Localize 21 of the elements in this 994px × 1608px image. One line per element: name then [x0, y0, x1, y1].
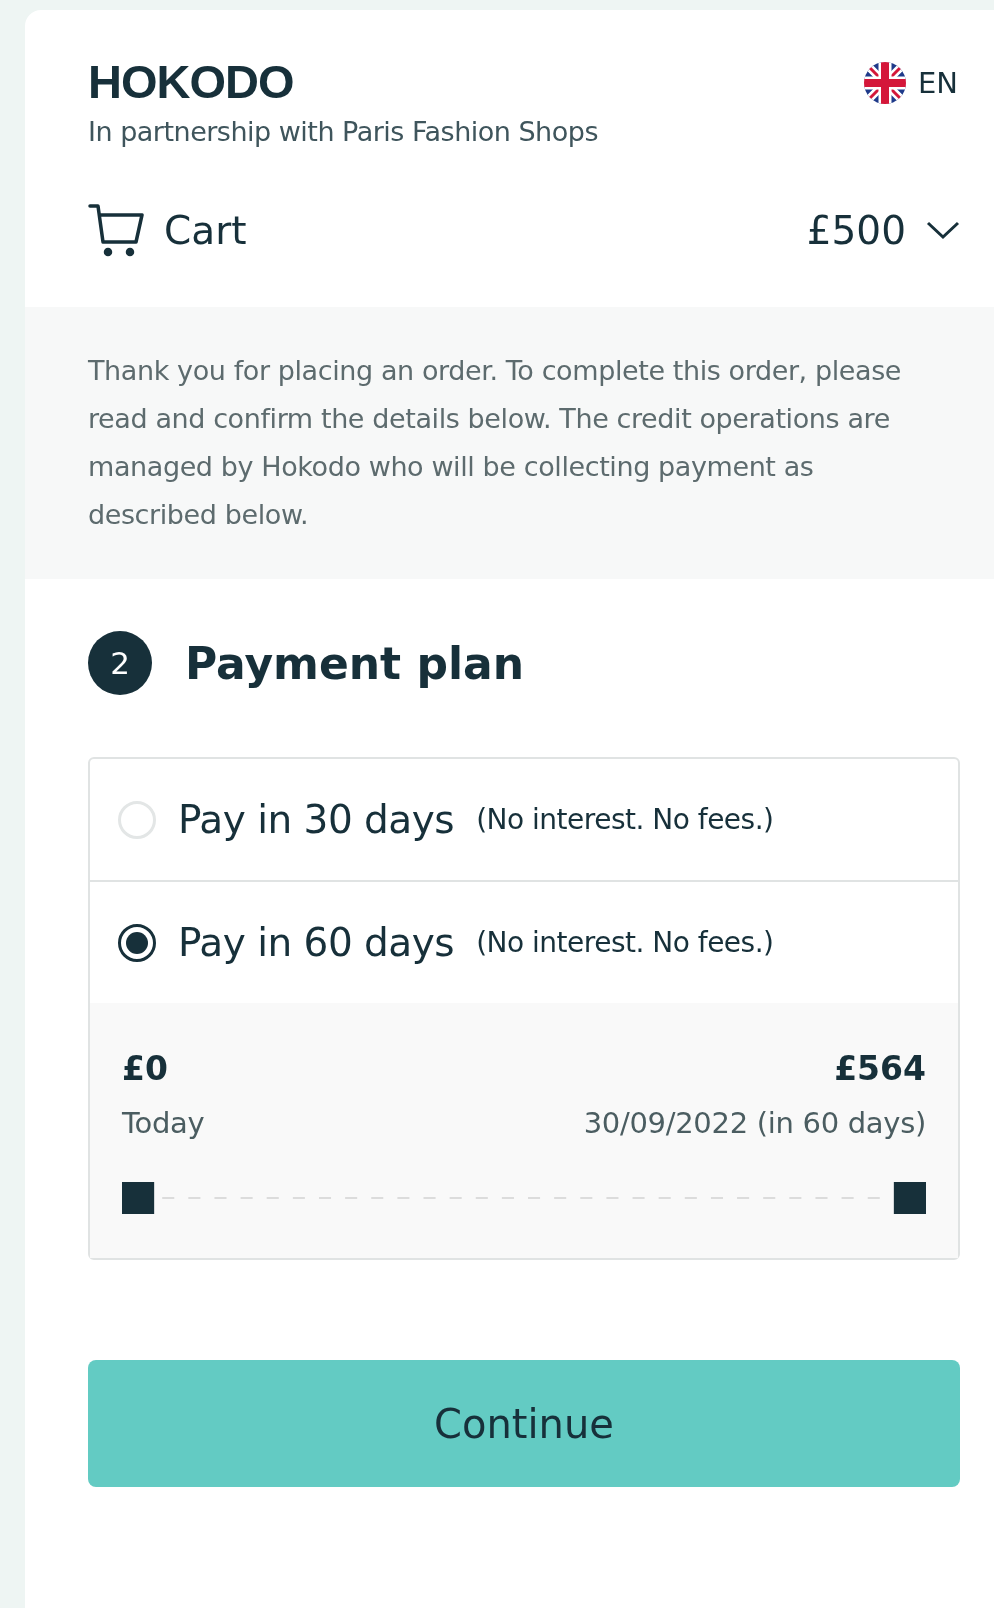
- option-label: Pay in 30 days: [178, 797, 455, 842]
- option-note: (No interest. No fees.): [476, 926, 774, 959]
- cart-icon: [88, 203, 144, 257]
- cart-toggle[interactable]: Cart £500: [25, 147, 994, 307]
- partnership-text: In partnership with Paris Fashion Shops: [88, 116, 598, 147]
- payment-date: Today: [122, 1106, 205, 1140]
- option-label: Pay in 60 days: [178, 920, 455, 965]
- logo: HOKODO: [88, 54, 295, 110]
- intro-text: Thank you for placing an order. To complete this order, please read and confirm the details below. The credit operations are managed by Hokodo who will be collecting payment as described below.: [25, 307, 994, 579]
- flag-icon: [863, 62, 906, 104]
- continue-button[interactable]: Continue: [88, 1360, 960, 1487]
- language-selector[interactable]: EN: [863, 62, 958, 104]
- section-title: Payment plan: [185, 637, 525, 689]
- payment-amount: £0: [122, 1049, 168, 1088]
- payment-date: 30/09/2022 (in 60 days): [583, 1106, 926, 1140]
- chevron-icon: [926, 220, 960, 240]
- payment-amount: £564: [834, 1049, 926, 1088]
- payment-option[interactable]: Pay in 30 days (No interest. No fees.): [90, 759, 958, 880]
- option-note: (No interest. No fees.): [476, 803, 774, 836]
- radio-button[interactable]: [118, 923, 156, 962]
- step-number: 2: [88, 631, 152, 695]
